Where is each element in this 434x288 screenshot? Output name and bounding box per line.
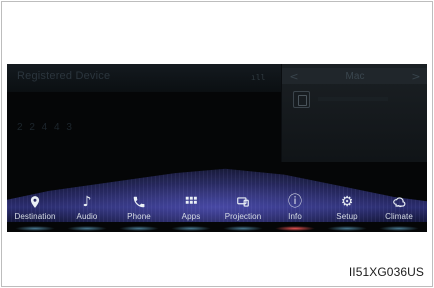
nav-glow: [67, 226, 107, 231]
nav-label: Setup: [336, 212, 358, 221]
music-note-icon: ♪: [82, 194, 92, 210]
nav-item-phone[interactable]: Phone: [113, 190, 165, 232]
nav-label: Projection: [224, 212, 262, 221]
apps-grid-icon: [182, 193, 200, 211]
nav-glow: [379, 226, 419, 231]
figure-code: II51XG036US: [348, 265, 424, 279]
nav-label: Info: [288, 212, 302, 221]
nav-item-apps[interactable]: Apps: [165, 190, 217, 232]
nav-item-setup[interactable]: ⚙ Setup: [321, 190, 373, 232]
nav-item-projection[interactable]: Projection: [217, 190, 269, 232]
climate-icon: [390, 193, 408, 211]
nav-glow: [119, 226, 159, 231]
infotainment-screen: Registered Device ıll 2 2 4 4 3 < Mac >: [7, 64, 427, 232]
device-panel-title: Mac: [345, 71, 365, 82]
nav-label: Apps: [181, 212, 201, 221]
nav-item-climate[interactable]: Climate: [373, 190, 425, 232]
info-icon: ⓘ: [288, 194, 302, 210]
nav-glow: [223, 226, 263, 231]
bottom-navigation: Destination ♪ Audio Phone Apps Projectio…: [7, 190, 427, 232]
device-icon: [293, 91, 310, 108]
registered-device-info: 2 2 4 4 3: [17, 122, 74, 133]
nav-glow: [171, 226, 211, 231]
nav-label: Destination: [14, 212, 56, 221]
signal-indicator: ıll: [251, 73, 266, 82]
map-pin-icon: [26, 193, 44, 211]
gear-icon: ⚙: [340, 194, 354, 210]
device-detail-panel: < Mac >: [281, 64, 427, 162]
nav-glow: [327, 226, 367, 231]
nav-item-destination[interactable]: Destination: [9, 190, 61, 232]
nav-label: Climate: [385, 212, 413, 221]
nav-item-audio[interactable]: ♪ Audio: [61, 190, 113, 232]
projection-icon: [234, 193, 252, 211]
nav-label: Audio: [76, 212, 98, 221]
device-panel-header: < Mac >: [282, 68, 427, 84]
device-placeholder-line: [318, 97, 388, 101]
nav-glow: [15, 226, 55, 231]
next-device-button[interactable]: >: [410, 70, 422, 83]
page-frame: Registered Device ıll 2 2 4 4 3 < Mac >: [0, 0, 434, 288]
screen-title: Registered Device: [17, 70, 111, 82]
phone-icon: [130, 193, 148, 211]
nav-label: Phone: [127, 212, 151, 221]
nav-glow-active: [275, 226, 315, 231]
nav-item-info[interactable]: ⓘ Info: [269, 190, 321, 232]
